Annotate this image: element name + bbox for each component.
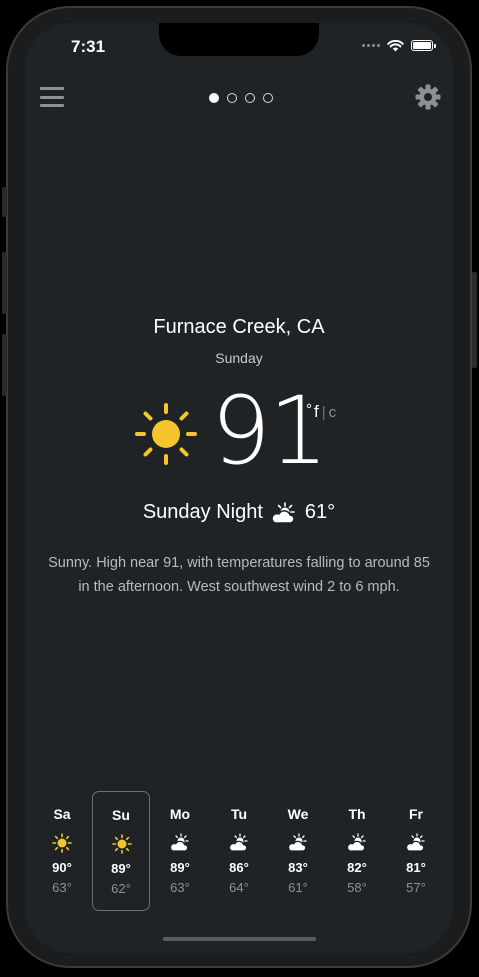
- forecast-day-name: We: [287, 806, 309, 822]
- partly-cloudy-icon: [288, 833, 307, 852]
- forecast-high: 89°: [111, 861, 131, 876]
- forecast-day-su[interactable]: Su 89° 62°: [92, 791, 150, 911]
- side-button-volume-down: [2, 334, 7, 396]
- forecast-day-name: Fr: [409, 806, 423, 822]
- forecast-low: 64°: [229, 880, 249, 895]
- forecast-day-mo[interactable]: Mo 89° 63°: [151, 791, 209, 911]
- home-indicator[interactable]: [163, 937, 316, 941]
- forecast-day-name: Mo: [169, 806, 191, 822]
- partly-cloudy-night-icon: [271, 501, 295, 524]
- forecast-day-name: Tu: [230, 806, 248, 822]
- unit-fahrenheit[interactable]: f: [314, 402, 319, 421]
- forecast-high: 86°: [229, 860, 249, 875]
- side-button-mute: [2, 187, 7, 217]
- side-button-power: [472, 272, 477, 368]
- forecast-high: 81°: [406, 860, 426, 875]
- status-time: 7:31: [71, 37, 106, 56]
- sun-icon: [52, 833, 72, 853]
- forecast-high: 90°: [52, 860, 72, 875]
- location-name: Furnace Creek, CA: [153, 316, 325, 338]
- forecast-day-tu[interactable]: Tu 86° 64°: [210, 791, 268, 911]
- forecast-day-th[interactable]: Th 82° 58°: [328, 791, 386, 911]
- forecast-day-name: Sa: [53, 806, 71, 822]
- forecast-day-we[interactable]: We 83° 61°: [269, 791, 327, 911]
- forecast-high: 82°: [347, 860, 367, 875]
- current-temperature: 91: [211, 377, 329, 486]
- side-button-volume-up: [2, 252, 7, 314]
- wifi-icon: [387, 39, 404, 52]
- cellular-dots-icon: [362, 44, 380, 47]
- partly-cloudy-icon: [406, 833, 425, 852]
- page-dot-3[interactable]: [245, 93, 255, 103]
- page-dot-4[interactable]: [263, 93, 273, 103]
- sun-icon: [112, 834, 132, 854]
- weekly-forecast: Sa 90° 63° Su 89° 62° Mo 89° 63° Tu 86° …: [33, 791, 445, 911]
- battery-icon: [411, 40, 436, 51]
- unit-separator: |: [321, 404, 326, 421]
- forecast-low: 63°: [170, 880, 190, 895]
- page-dot-2[interactable]: [227, 93, 237, 103]
- forecast-low: 58°: [347, 880, 367, 895]
- status-icons: [362, 39, 436, 52]
- day-label: Sunday: [215, 350, 263, 366]
- forecast-low: 63°: [52, 880, 72, 895]
- partly-cloudy-icon: [170, 833, 189, 852]
- degree-symbol: °: [306, 401, 312, 418]
- forecast-low: 61°: [288, 880, 308, 895]
- notch: [159, 23, 319, 56]
- forecast-low: 62°: [111, 881, 131, 896]
- sun-icon: [135, 403, 197, 465]
- partly-cloudy-icon: [229, 833, 248, 852]
- unit-celsius[interactable]: c: [329, 404, 337, 421]
- forecast-day-sa[interactable]: Sa 90° 63°: [33, 791, 91, 911]
- forecast-day-name: Su: [112, 807, 130, 823]
- screen: 7:31 Furnace Creek, CA Sunday 91 ° f | c…: [25, 23, 453, 953]
- forecast-high: 89°: [170, 860, 190, 875]
- unit-toggle[interactable]: ° f | c: [306, 401, 336, 422]
- page-dot-1[interactable]: [209, 93, 219, 103]
- night-label: Sunday Night: [142, 501, 263, 523]
- hamburger-menu-icon[interactable]: [40, 87, 64, 107]
- gear-icon[interactable]: [415, 84, 441, 110]
- forecast-description: Sunny. High near 91, with temperatures f…: [48, 555, 430, 595]
- forecast-high: 83°: [288, 860, 308, 875]
- forecast-day-name: Th: [348, 806, 366, 822]
- forecast-low: 57°: [406, 880, 426, 895]
- night-forecast: Sunday Night 61°: [25, 501, 453, 524]
- forecast-day-fr[interactable]: Fr 81° 57°: [387, 791, 445, 911]
- night-temperature: 61°: [304, 501, 336, 523]
- page-indicator[interactable]: [209, 93, 273, 103]
- partly-cloudy-icon: [347, 833, 366, 852]
